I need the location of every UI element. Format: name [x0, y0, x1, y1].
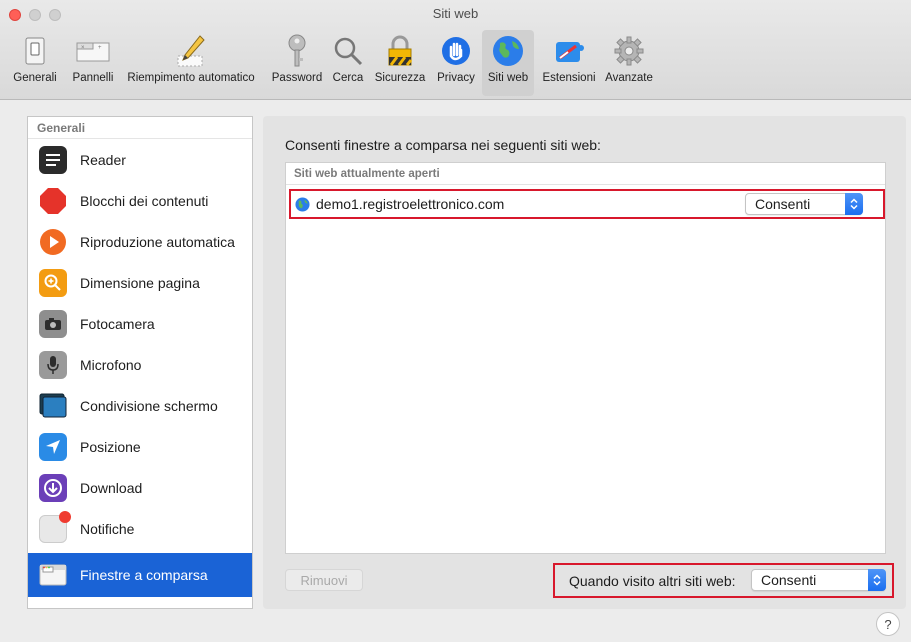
sidebar-item-label: Riproduzione automatica [80, 233, 235, 250]
chevron-updown-icon [868, 569, 886, 591]
toolbar-label: Privacy [437, 72, 475, 84]
sidebar: Generali Reader Blocchi dei contenuti Ri… [27, 116, 253, 609]
preferences-window: Siti web Generali × + Pannelli Riempiment… [0, 0, 911, 642]
toolbar-avanzate[interactable]: Avanzate [602, 30, 656, 96]
sidebar-header: Generali [28, 117, 252, 139]
toolbar-sicurezza[interactable]: Sicurezza [370, 30, 430, 96]
chevron-updown-icon [845, 193, 863, 215]
sidebar-item-label: Blocchi dei contenuti [80, 192, 209, 209]
toolbar-label: Riempimento automatico [127, 72, 255, 84]
other-sites-setting: Quando visito altri siti web: Consenti [553, 563, 894, 598]
toolbar-label: Cerca [332, 72, 364, 84]
popup-window-icon [39, 561, 67, 589]
magnifier-icon [331, 34, 365, 68]
toolbar-password[interactable]: Password [268, 30, 326, 96]
sidebar-item-dimensione[interactable]: Dimensione pagina [28, 262, 252, 303]
other-sites-value: Consenti [761, 572, 817, 588]
sidebar-item-posizione[interactable]: Posizione [28, 426, 252, 467]
stop-icon [39, 187, 67, 215]
sidebar-item-blocchi-contenuti[interactable]: Blocchi dei contenuti [28, 180, 252, 221]
toolbar-label: Siti web [487, 72, 529, 84]
download-icon [39, 473, 67, 502]
sidebar-item-label: Dimensione pagina [80, 274, 200, 291]
switch-icon [18, 34, 52, 68]
sidebar-item-notifiche[interactable]: Notifiche [28, 508, 252, 549]
globe-icon [295, 196, 310, 212]
svg-text:×: × [81, 45, 85, 51]
sidebar-item-reader[interactable]: Reader [28, 139, 252, 180]
toolbar-pannelli[interactable]: × + Pannelli [66, 30, 120, 96]
toolbar-label: Estensioni [542, 72, 596, 84]
sidebar-item-fotocamera[interactable]: Fotocamera [28, 303, 252, 344]
sidebar-item-condivisione[interactable]: Condivisione schermo [28, 385, 252, 426]
svg-text:+: + [98, 45, 102, 51]
toolbar-label: Password [271, 72, 323, 84]
panel-title: Consenti finestre a comparsa nei seguent… [285, 137, 601, 153]
toolbar-riempimento[interactable]: Riempimento automatico [121, 30, 261, 96]
gear-icon [612, 34, 646, 68]
table-header: Siti web attualmente aperti [286, 163, 885, 185]
sidebar-item-label: Download [80, 479, 143, 496]
window-title: Siti web [432, 6, 479, 21]
site-setting-select[interactable]: Consenti [745, 193, 863, 215]
sidebar-item-label: Reader [80, 151, 126, 168]
toolbar-siti-web[interactable]: Siti web [482, 30, 534, 96]
location-icon [39, 432, 67, 461]
other-sites-select[interactable]: Consenti [751, 569, 886, 591]
table-row[interactable]: demo1.registroelettronico.com Consenti [289, 189, 885, 219]
hand-icon [439, 34, 473, 68]
screen-share-icon [39, 392, 67, 420]
camera-icon [39, 309, 67, 338]
help-button[interactable]: ? [876, 612, 900, 636]
title-bar: Siti web Generali × + Pannelli Riempiment… [0, 0, 911, 100]
toolbar-label: Pannelli [72, 72, 114, 84]
main-panel: Consenti finestre a comparsa nei seguent… [263, 116, 906, 609]
sidebar-item-download[interactable]: Download [28, 467, 252, 508]
sidebar-item-label: Finestre a comparsa [80, 567, 208, 583]
sidebar-item-label: Microfono [80, 356, 142, 373]
websites-table: Siti web attualmente aperti demo1.regist… [285, 162, 886, 554]
globe-icon [491, 34, 525, 68]
notification-icon [39, 510, 71, 543]
site-domain: demo1.registroelettronico.com [316, 196, 505, 212]
puzzle-icon [552, 34, 586, 68]
sidebar-item-label: Posizione [80, 438, 141, 455]
other-sites-label: Quando visito altri siti web: [569, 573, 736, 589]
pencil-icon [174, 34, 208, 68]
toolbar-label: Sicurezza [374, 72, 426, 84]
key-icon [280, 34, 314, 68]
play-icon [39, 228, 67, 256]
toolbar-label: Avanzate [605, 72, 653, 84]
sidebar-item-label: Fotocamera [80, 315, 155, 332]
toolbar-privacy[interactable]: Privacy [432, 30, 480, 96]
toolbar-generali[interactable]: Generali [6, 30, 64, 96]
sidebar-item-label: Notifiche [80, 520, 135, 537]
toolbar-label: Generali [13, 72, 57, 84]
site-setting-value: Consenti [755, 196, 811, 212]
toolbar-estensioni[interactable]: Estensioni [536, 30, 602, 96]
remove-button[interactable]: Rimuovi [285, 569, 363, 591]
toolbar-cerca[interactable]: Cerca [328, 30, 368, 96]
lock-icon [383, 34, 417, 68]
sidebar-item-finestre-comparsa[interactable]: Finestre a comparsa [28, 553, 252, 597]
tabs-icon: × + [76, 34, 110, 68]
zoom-icon [39, 268, 67, 297]
sidebar-item-microfono[interactable]: Microfono [28, 344, 252, 385]
microphone-icon [39, 350, 67, 379]
reader-icon [39, 145, 67, 174]
sidebar-item-riproduzione[interactable]: Riproduzione automatica [28, 221, 252, 262]
sidebar-item-label: Condivisione schermo [80, 397, 218, 414]
